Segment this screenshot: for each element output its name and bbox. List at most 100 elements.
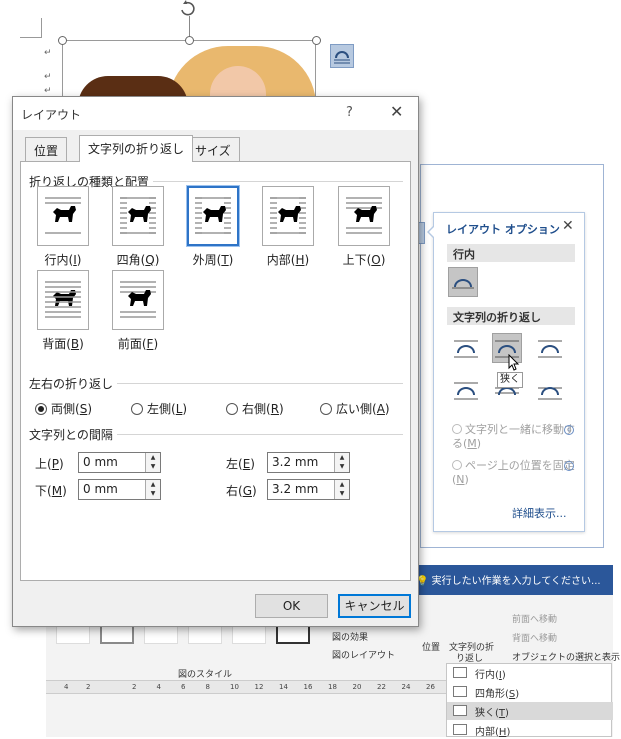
rotate-handle-icon[interactable] bbox=[178, 0, 198, 16]
wrap-menu-icon bbox=[453, 705, 467, 716]
cancel-button[interactable]: キャンセル bbox=[338, 594, 411, 618]
spacing-input[interactable]: 3.2 mm ▲ ▼ bbox=[267, 479, 350, 500]
wrap-option-behind[interactable] bbox=[37, 270, 89, 330]
dialog-titlebar: レイアウト ? ✕ bbox=[13, 97, 418, 130]
position-button[interactable]: 位置 bbox=[422, 640, 440, 653]
wrap-option-label[interactable]: 行内(I) bbox=[28, 251, 98, 268]
spacing-value: 3.2 mm bbox=[272, 455, 319, 469]
ruler-tick-label: 22 bbox=[377, 683, 386, 691]
paragraph-mark: ↵ bbox=[44, 86, 52, 96]
resize-handle[interactable] bbox=[312, 36, 321, 45]
info-icon[interactable]: i bbox=[564, 461, 574, 471]
ruler-tick-label: 4 bbox=[64, 683, 69, 691]
paragraph-mark: ↵ bbox=[44, 48, 52, 58]
inline-wrap-icon[interactable] bbox=[448, 267, 478, 297]
spacing-label: 右(G) bbox=[226, 484, 257, 498]
tab-position[interactable]: 位置 bbox=[25, 137, 68, 161]
spacing-value: 3.2 mm bbox=[272, 482, 319, 496]
dog-wrap-icon bbox=[120, 197, 156, 234]
resize-handle[interactable] bbox=[185, 36, 194, 45]
dog-wrap-icon bbox=[120, 281, 156, 318]
layout-options-title: レイアウト オプション bbox=[446, 223, 560, 236]
picture-layout-button[interactable]: 図のレイアウト bbox=[332, 648, 395, 661]
wrap-option-front[interactable] bbox=[112, 270, 164, 330]
tell-me-bar[interactable]: 💡 実行したい作業を入力してください... bbox=[410, 565, 613, 595]
dog-wrap-icon bbox=[270, 197, 306, 234]
ruler-tick-label: 24 bbox=[401, 683, 411, 691]
spacing-section-title: 文字列との間隔 bbox=[29, 426, 117, 443]
wrap-option-inline[interactable] bbox=[37, 186, 89, 246]
wrap-through-icon[interactable] bbox=[535, 333, 565, 363]
wrap-menu-item[interactable]: 狭く(T) bbox=[447, 702, 613, 720]
side-radio[interactable]: 右側(R) bbox=[226, 400, 284, 417]
ruler-tick-label: 10 bbox=[230, 683, 239, 691]
ruler-tick-label: 14 bbox=[279, 683, 288, 691]
dog-wrap-icon bbox=[346, 197, 382, 234]
wrap-option-label[interactable]: 外周(T) bbox=[178, 251, 248, 268]
wrap-option-square[interactable] bbox=[112, 186, 164, 246]
wrap-menu-icon bbox=[453, 686, 467, 697]
mouse-cursor-icon bbox=[508, 353, 520, 375]
see-more-link[interactable]: 詳細表示... bbox=[512, 505, 567, 521]
dialog-title: レイアウト bbox=[21, 108, 82, 122]
ruler-tick-label: 2 bbox=[132, 683, 137, 691]
wrap-option-label[interactable]: 背面(B) bbox=[28, 335, 98, 352]
dog-wrap-icon bbox=[195, 197, 231, 234]
tell-me-text: 実行したい作業を入力してください... bbox=[431, 576, 601, 587]
wrap-menu-item[interactable]: 内部(H) bbox=[447, 721, 613, 739]
wrap-option-topbottom[interactable] bbox=[338, 186, 390, 246]
document-canvas: ↵ ↵ ↵ レイアウト オプション ✕ 行内 文字列の折り返し 文字列と一緒に移… bbox=[0, 0, 621, 739]
wrap-menu-item[interactable]: 行内(I) bbox=[447, 664, 613, 682]
wrap-option-label[interactable]: 四角(Q) bbox=[103, 251, 173, 268]
spacing-label: 下(M) bbox=[35, 484, 67, 498]
spacing-input[interactable]: 0 mm ▲ ▼ bbox=[78, 452, 161, 473]
ok-button[interactable]: OK bbox=[255, 594, 328, 618]
horizontal-ruler[interactable]: 4224681012141618202224262830 bbox=[46, 680, 484, 694]
layout-dialog: レイアウト ? ✕ 位置 文字列の折り返し サイズ 折り返しの種類と配置 行内(… bbox=[12, 96, 419, 627]
wrap-option-tight[interactable] bbox=[186, 185, 240, 247]
spacing-input[interactable]: 0 mm ▲ ▼ bbox=[78, 479, 161, 500]
page-corner-mark bbox=[20, 18, 42, 38]
spacing-value: 0 mm bbox=[83, 455, 118, 469]
wrap-option-label[interactable]: 内部(H) bbox=[253, 251, 323, 268]
info-icon[interactable]: i bbox=[564, 425, 574, 435]
tab-panel: 折り返しの種類と配置 行内(I) 四角(Q) 外周(T) 内部(H) 上下(O) 背面(B… bbox=[20, 161, 411, 581]
send-backward-button[interactable]: 背面へ移動 bbox=[512, 631, 557, 644]
wrap-menu-icon bbox=[453, 724, 467, 735]
spinner-arrows-icon[interactable]: ▲ ▼ bbox=[334, 480, 349, 499]
wrap-topbottom-icon[interactable] bbox=[451, 375, 481, 405]
picture-effects-button[interactable]: 図の効果 bbox=[332, 630, 368, 643]
wrap-section-header: 文字列の折り返し bbox=[447, 307, 575, 325]
paragraph-mark: ↵ bbox=[44, 72, 52, 82]
spacing-label: 左(E) bbox=[226, 457, 255, 471]
wrap-square-icon[interactable] bbox=[451, 333, 481, 363]
ruler-tick-label: 26 bbox=[426, 683, 435, 691]
side-radio[interactable]: 両側(S) bbox=[35, 400, 92, 417]
tab-text-wrapping[interactable]: 文字列の折り返し bbox=[79, 135, 194, 162]
wrap-infront-icon[interactable] bbox=[535, 375, 565, 405]
wrap-option-through[interactable] bbox=[262, 186, 314, 246]
ruler-tick-label: 4 bbox=[156, 683, 161, 691]
wrap-option-label[interactable]: 上下(O) bbox=[329, 251, 399, 268]
resize-handle[interactable] bbox=[58, 36, 67, 45]
spinner-arrows-icon[interactable]: ▲ ▼ bbox=[145, 480, 160, 499]
wrap-option-label[interactable]: 前面(F) bbox=[103, 335, 173, 352]
wrap-text-menu: 行内(I) 四角形(S) 狭く(T) 内部(H) bbox=[446, 663, 613, 739]
wrap-menu-icon bbox=[453, 667, 467, 678]
selection-pane-button[interactable]: オブジェクトの選択と表示 bbox=[512, 650, 620, 663]
layout-options-icon[interactable] bbox=[330, 44, 354, 68]
bring-forward-button[interactable]: 前面へ移動 bbox=[512, 612, 557, 625]
dog-wrap-icon bbox=[45, 281, 81, 318]
close-icon[interactable]: ✕ bbox=[562, 218, 574, 234]
spacing-input[interactable]: 3.2 mm ▲ ▼ bbox=[267, 452, 350, 473]
side-radio[interactable]: 広い側(A) bbox=[320, 400, 390, 417]
spinner-arrows-icon[interactable]: ▲ ▼ bbox=[334, 453, 349, 472]
close-icon[interactable]: ✕ bbox=[390, 102, 403, 121]
help-icon[interactable]: ? bbox=[346, 105, 353, 120]
spinner-arrows-icon[interactable]: ▲ ▼ bbox=[145, 453, 160, 472]
ruler-tick-label: 2 bbox=[86, 683, 91, 691]
side-radio[interactable]: 左側(L) bbox=[131, 400, 187, 417]
ruler-tick-label: 18 bbox=[328, 683, 337, 691]
tab-size[interactable]: サイズ bbox=[186, 137, 240, 161]
wrap-menu-item[interactable]: 四角形(S) bbox=[447, 683, 613, 701]
